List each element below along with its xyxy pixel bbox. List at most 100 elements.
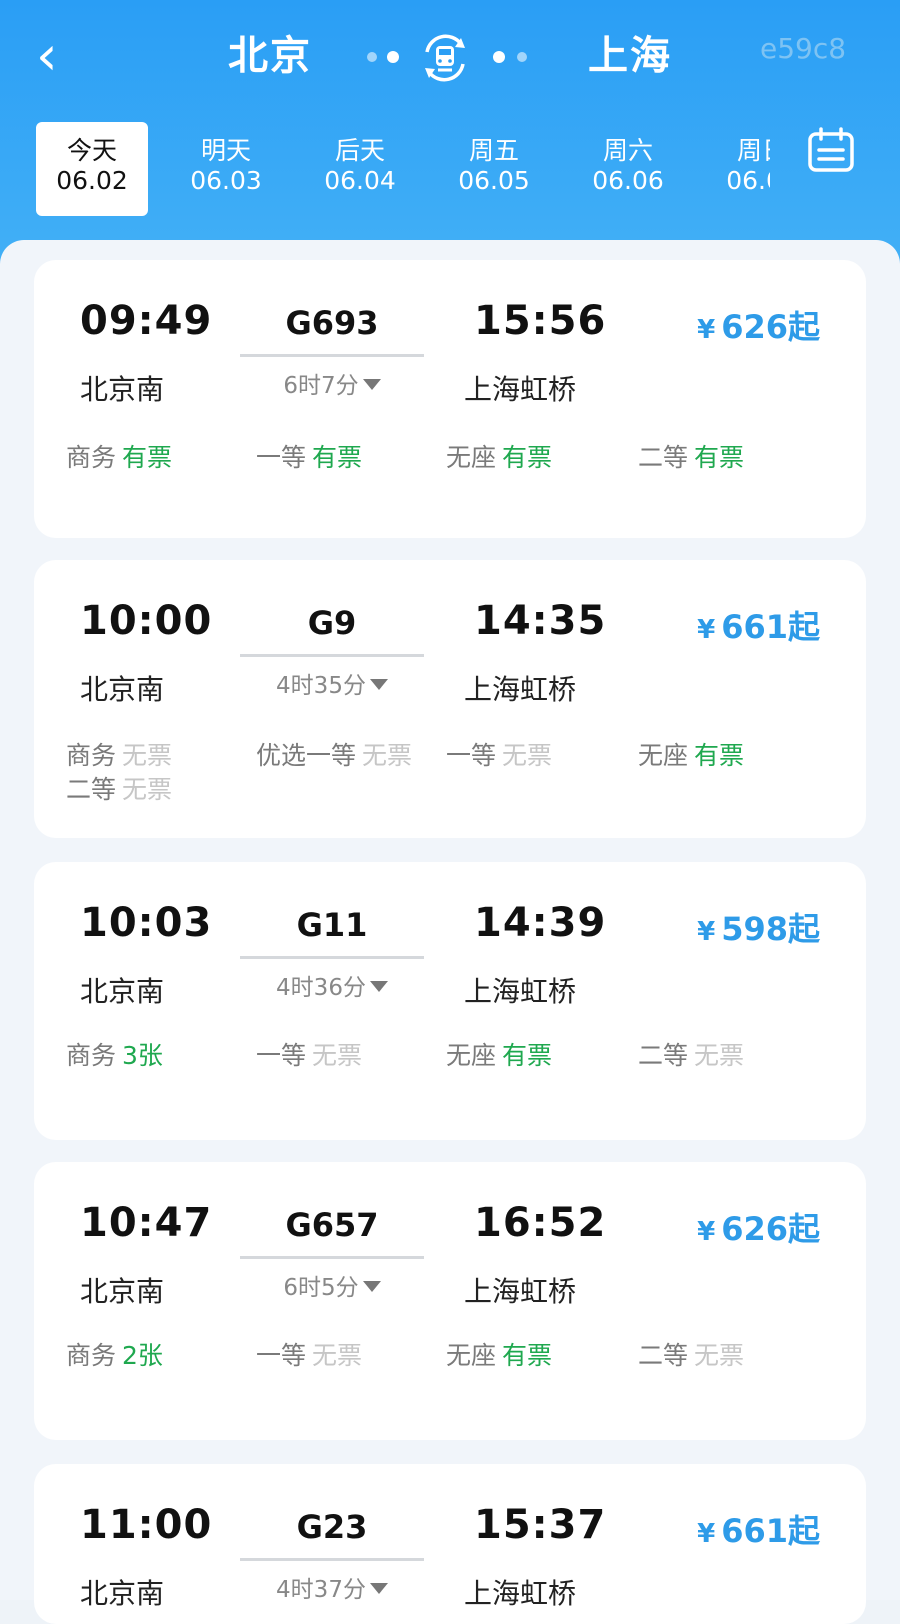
arrival-time: 15:37 <box>474 1502 607 1548</box>
calendar-icon[interactable] <box>806 126 856 176</box>
seat-info: 商务 2张 <box>66 1336 163 1372</box>
date-tab[interactable]: 后天 06.04 <box>304 122 416 216</box>
date-tab-today[interactable]: 今天 06.02 <box>36 122 148 216</box>
duration[interactable]: 4时37分 <box>240 1570 424 1604</box>
date-day: 周五 <box>468 136 519 165</box>
price: ¥661起 <box>697 1506 820 1552</box>
seat-class: 商务 <box>66 741 117 770</box>
date-value: 06.04 <box>324 166 396 195</box>
seat-info: 二等 有票 <box>638 438 744 474</box>
date-tab[interactable]: 周日 06.07 <box>706 122 770 216</box>
train-number: G11 <box>296 906 368 944</box>
seat-info: 无座 有票 <box>638 736 744 772</box>
currency-symbol: ¥ <box>697 1519 716 1549</box>
route-indicator[interactable] <box>365 26 535 86</box>
seat-status: 有票 <box>502 1041 553 1070</box>
train-card[interactable]: 10:47 G657 6时5分 16:52 北京南 上海虹桥 ¥626起 商务 2… <box>34 1162 866 1440</box>
price: ¥598起 <box>697 904 820 950</box>
date-value: 06.03 <box>190 166 262 195</box>
seat-class: 无座 <box>638 741 689 770</box>
seat-class: 无座 <box>446 1041 497 1070</box>
train-number: G9 <box>307 604 357 642</box>
train-card[interactable]: 10:00 G9 4时35分 14:35 北京南 上海虹桥 ¥661起 商务 无票… <box>34 560 866 838</box>
date-tab[interactable]: 周六 06.06 <box>572 122 684 216</box>
seat-class: 无座 <box>446 443 497 472</box>
seat-class: 二等 <box>638 443 689 472</box>
price-value: 661起 <box>721 1512 820 1550</box>
departure-time: 11:00 <box>80 1502 213 1548</box>
date-day: 周日 <box>736 136 770 165</box>
train-card[interactable]: 10:03 G11 4时36分 14:39 北京南 上海虹桥 ¥598起 商务 3… <box>34 862 866 1140</box>
departure-station: 北京南 <box>80 373 165 406</box>
route-line <box>240 654 424 657</box>
duration-text: 4时35分 <box>276 673 366 699</box>
seat-status: 无票 <box>122 741 173 770</box>
train-number: G23 <box>296 1508 368 1546</box>
route-line <box>240 956 424 959</box>
departure-station: 北京南 <box>80 673 165 706</box>
seat-class: 商务 <box>66 1041 117 1070</box>
route-dot <box>367 52 377 62</box>
train-list[interactable]: 09:49 G693 6时7分 15:56 北京南 上海虹桥 ¥626起 商务有… <box>0 240 900 1624</box>
train-number: G657 <box>285 1206 379 1244</box>
seat-class: 一等 <box>256 1341 307 1370</box>
from-city[interactable]: 北京 <box>228 26 312 86</box>
seat-info: 一等 有票 <box>256 438 362 474</box>
date-tab[interactable]: 周五 06.05 <box>438 122 550 216</box>
seat-status: 无票 <box>122 775 173 804</box>
seat-status: 有票 <box>694 443 745 472</box>
departure-station: 北京南 <box>80 1577 165 1610</box>
train-card[interactable]: 11:00 G23 4时37分 15:37 北京南 上海虹桥 ¥661起 <box>34 1464 866 1624</box>
duration[interactable]: 6时5分 <box>240 1268 424 1302</box>
date-value: 06.06 <box>592 166 664 195</box>
seat-status: 有票 <box>694 741 745 770</box>
departure-station: 北京南 <box>80 975 165 1008</box>
seat-status: 无票 <box>312 1341 363 1370</box>
price-value: 626起 <box>721 308 820 346</box>
seat-status: 2张 <box>122 1341 163 1370</box>
route-dot <box>387 51 399 63</box>
date-tab[interactable]: 明天 06.03 <box>170 122 282 216</box>
train-swap-icon[interactable] <box>417 30 473 86</box>
dropdown-triangle-icon <box>362 1281 381 1292</box>
duration[interactable]: 4时35分 <box>240 666 424 700</box>
seat-info: 一等 无票 <box>256 1036 362 1072</box>
seat-info: 二等 无票 <box>66 770 172 806</box>
currency-symbol: ¥ <box>697 1217 716 1247</box>
seat-status: 有票 <box>312 443 363 472</box>
arrival-time: 14:39 <box>474 900 607 946</box>
arrival-station: 上海虹桥 <box>464 373 577 406</box>
duration-text: 6时5分 <box>283 1275 359 1301</box>
currency-symbol: ¥ <box>697 315 716 345</box>
duration[interactable]: 6时7分 <box>240 366 424 400</box>
departure-station: 北京南 <box>80 1275 165 1308</box>
duration-text: 6时7分 <box>283 373 359 399</box>
train-card[interactable]: 09:49 G693 6时7分 15:56 北京南 上海虹桥 ¥626起 商务有… <box>34 260 866 538</box>
seat-info: 无座 有票 <box>446 438 552 474</box>
departure-time: 10:03 <box>80 900 213 946</box>
seat-info: 商务 无票 <box>66 736 172 772</box>
seat-info: 商务 有票 <box>66 438 172 474</box>
date-value: 06.02 <box>56 166 128 195</box>
seat-status: 无票 <box>312 1041 363 1070</box>
seat-info: 无座 有票 <box>446 1336 552 1372</box>
seat-class: 商务 <box>66 1341 117 1370</box>
seat-status: 有票 <box>122 443 173 472</box>
seat-class: 一等 <box>446 741 497 770</box>
arrival-time: 16:52 <box>474 1200 607 1246</box>
departure-time: 10:47 <box>80 1200 213 1246</box>
seat-info: 一等 无票 <box>446 736 552 772</box>
seat-class: 商务 <box>66 443 117 472</box>
seat-class: 二等 <box>638 1041 689 1070</box>
seat-status: 无票 <box>502 741 553 770</box>
seat-class: 无座 <box>446 1341 497 1370</box>
date-strip[interactable]: 今天 06.02 明天 06.03 后天 06.04 周五 06.05 周六 0… <box>36 122 770 218</box>
arrival-time: 15:56 <box>474 298 607 344</box>
duration[interactable]: 4时36分 <box>240 968 424 1002</box>
watermark-text: e59c8 <box>760 32 847 65</box>
back-arrow-icon[interactable]: ‹ <box>36 29 80 86</box>
to-city[interactable]: 上海 <box>588 26 672 86</box>
seat-status: 无票 <box>694 1341 745 1370</box>
departure-time: 10:00 <box>80 598 213 644</box>
arrival-station: 上海虹桥 <box>464 1577 577 1610</box>
